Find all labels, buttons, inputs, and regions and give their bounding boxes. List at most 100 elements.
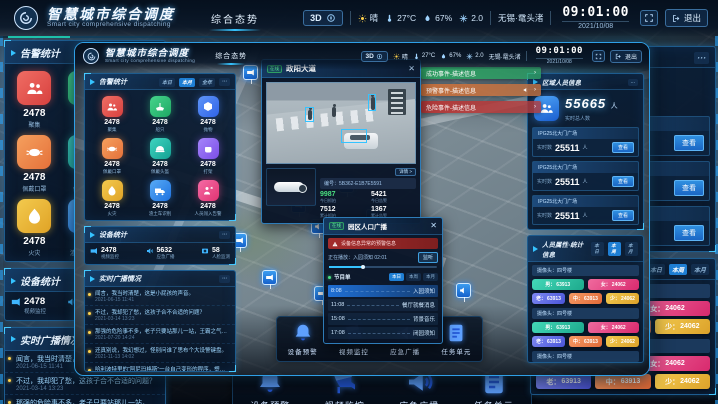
camera-marker[interactable] [262, 270, 277, 285]
mode-3d-toggle[interactable]: 3D [361, 51, 388, 62]
alarm-tile-value: 2478 [23, 172, 45, 183]
view-button[interactable]: 查看 [674, 135, 704, 151]
humidity-value: 67% [435, 13, 452, 23]
dock-device-alert-button[interactable]: 设备预警 [288, 322, 318, 356]
chip-female[interactable]: 女：24062 [588, 279, 640, 290]
view-button[interactable]: 查看 [674, 225, 704, 241]
more-menu[interactable]: ··· [219, 275, 230, 283]
alarm-tile-helmet[interactable]: 2478 佩戴头盔 [136, 138, 184, 175]
tab-month[interactable]: 本月 [625, 242, 638, 256]
dock-task-unit-button[interactable]: 任务单元 [441, 322, 471, 356]
alarm-tile-fire[interactable]: 2478 火灾 [88, 180, 136, 217]
tab-year[interactable]: 全年 [199, 78, 215, 87]
tab-overview[interactable]: 综合态势 [209, 49, 253, 63]
device-stat-cctv[interactable]: 2478 视频监控 [11, 297, 46, 315]
tab-week[interactable]: 本周 [608, 242, 621, 256]
device-stat-face[interactable]: 58 人脸监测 [201, 247, 230, 260]
speaker-marker[interactable] [456, 283, 471, 298]
broadcast-log-item[interactable]: 哈利波特里的“阿尼玛格斯”一台自己变形的程序，塑于… 2021-11-23 13… [85, 363, 235, 371]
chip-middle[interactable]: 中：63913 [569, 293, 602, 304]
chip-old[interactable]: 老：63913 [536, 374, 591, 389]
broadcast-log-item[interactable]: 那强的危险事不多，老子只要站那儿一站，王霸之气… 2021-07-20 14:2… [85, 325, 235, 344]
topbar-accent-line [0, 36, 718, 38]
tab-month[interactable]: 本月 [179, 78, 195, 87]
alarm-tile-crowd[interactable]: 2478 聚集 [9, 71, 60, 129]
chip-middle[interactable]: 中：63913 [595, 374, 650, 389]
alarm-tile-throwing[interactable]: 2478 抛物 [184, 96, 232, 133]
schedule-row[interactable]: 11:08 餐厅就餐消息 [328, 299, 438, 311]
app-subtitle: Smart city comprehensive dispatching [105, 59, 195, 64]
alarm-tile-crowd[interactable]: 2478 聚集 [88, 96, 136, 133]
toast-label: 预警事件-描述信息 [426, 86, 476, 95]
alarm-tile-fire[interactable]: 2478 火灾 [9, 199, 60, 257]
chip-middle[interactable]: 中：63913 [569, 336, 602, 347]
schedule-row[interactable]: 8:08 入园须知 [328, 285, 438, 297]
chip-young[interactable]: 少：24062 [655, 319, 710, 334]
tab-week[interactable]: 本周 [406, 273, 421, 281]
video-feed[interactable] [266, 82, 416, 164]
weather-sky-label: 晴 [402, 52, 408, 61]
title-arrow-icon [11, 278, 16, 284]
broadcast-log-item[interactable]: 还真别说，我幻想过，怪别问谁了思布个大设警键盘。 2021-11-13 14:0… [85, 344, 235, 363]
view-button[interactable]: 查看 [612, 142, 634, 153]
exit-button[interactable]: 退出 [665, 9, 708, 27]
snowflake-icon [466, 53, 473, 60]
alarm-tile-value: 2478 [104, 161, 120, 168]
chip-young[interactable]: 少：24062 [655, 374, 710, 389]
schedule-label: 入园须知 [413, 287, 435, 295]
tab-today[interactable]: 本日 [159, 78, 175, 87]
close-icon[interactable]: ✕ [430, 222, 437, 230]
mask-icon [17, 135, 51, 169]
alarm-tile-mask[interactable]: 2478 佩戴口罩 [88, 138, 136, 175]
chip-female[interactable]: 女：24062 [588, 322, 640, 333]
device-stat-speaker[interactable]: 5632 应急广播 [146, 247, 175, 260]
tab-month[interactable]: 本月 [691, 264, 709, 275]
fullscreen-button[interactable] [592, 50, 605, 62]
fullscreen-icon [595, 53, 602, 60]
alert-banner[interactable]: 设备信息异常的预警信息 [328, 238, 438, 249]
dock-label: 视频监控 [339, 346, 369, 356]
chip-old[interactable]: 老：63913 [532, 293, 565, 304]
dashboard-window[interactable]: 智慧城市综合调度 Smart city comprehensive dispat… [74, 42, 650, 376]
view-button[interactable]: 查看 [674, 180, 704, 196]
tab-week[interactable]: 本周 [669, 264, 687, 275]
more-menu[interactable]: ··· [219, 231, 230, 239]
chip-young[interactable]: 少：24062 [606, 293, 639, 304]
dock-label: 设备预警 [250, 399, 290, 404]
tab-overview[interactable]: 综合态势 [201, 8, 269, 29]
broadcast-log-item[interactable]: 那强的危险事不多，老子只要站那儿一站，王霸之气… 2021-07-20 14:2… [5, 395, 165, 404]
alarm-tile-intrusion[interactable]: 2478 人员闯入告警 [184, 180, 232, 217]
chip-male[interactable]: 男：63913 [532, 279, 584, 290]
more-menu[interactable]: ··· [694, 52, 709, 64]
alarm-tile-boat[interactable]: 2478 船只 [136, 96, 184, 133]
view-button[interactable]: 查看 [612, 176, 634, 187]
divider [490, 11, 491, 25]
listen-button[interactable]: 监听 [418, 252, 438, 263]
chip-young[interactable]: 少：24062 [606, 336, 639, 347]
more-menu[interactable]: ··· [219, 78, 230, 86]
tab-today[interactable]: 本日 [389, 273, 404, 281]
exit-button[interactable]: 退出 [610, 50, 642, 63]
log-time: 2021-06-15 11:41 [90, 297, 230, 303]
playback-progress-bar[interactable] [329, 266, 437, 268]
toast-danger[interactable]: 危险事件-描述信息› [421, 101, 541, 113]
schedule-row[interactable]: 17:08 闭园须知 [328, 327, 438, 339]
view-button[interactable]: 查看 [612, 210, 634, 221]
more-menu[interactable]: ··· [628, 79, 639, 86]
fullscreen-button[interactable] [640, 10, 658, 26]
broadcast-log-item[interactable]: 闻言，我当时清楚，这是小屁孩的声音。 2021-06-15 11:41 [85, 287, 235, 306]
alarm-tile-mask[interactable]: 2478 佩戴口罩 [9, 135, 60, 193]
tab-month[interactable]: 本月 [423, 273, 438, 281]
alarm-tile-fight[interactable]: 2478 打架 [184, 138, 232, 175]
alarm-tile-truck[interactable]: 2478 渣土车识别 [136, 180, 184, 217]
chip-male[interactable]: 男：63913 [532, 322, 584, 333]
camera-detail-button[interactable]: 详情 > [395, 168, 416, 176]
weather-temp: 27°C [413, 53, 435, 60]
schedule-row[interactable]: 15:08 背景音乐 [328, 313, 438, 325]
mode-3d-toggle[interactable]: 3D [303, 10, 343, 26]
device-stat-cctv[interactable]: 2478 视频监控 [90, 247, 119, 260]
tab-today[interactable]: 本日 [591, 242, 604, 256]
toast-warning[interactable]: 预警事件-描述信息 › [421, 84, 541, 96]
chip-old[interactable]: 老：63913 [532, 336, 565, 347]
broadcast-log-item[interactable]: 不过，我却犯了愁，这孩子合不合适的问题？ 2021-03-14 13:23 [85, 306, 235, 325]
